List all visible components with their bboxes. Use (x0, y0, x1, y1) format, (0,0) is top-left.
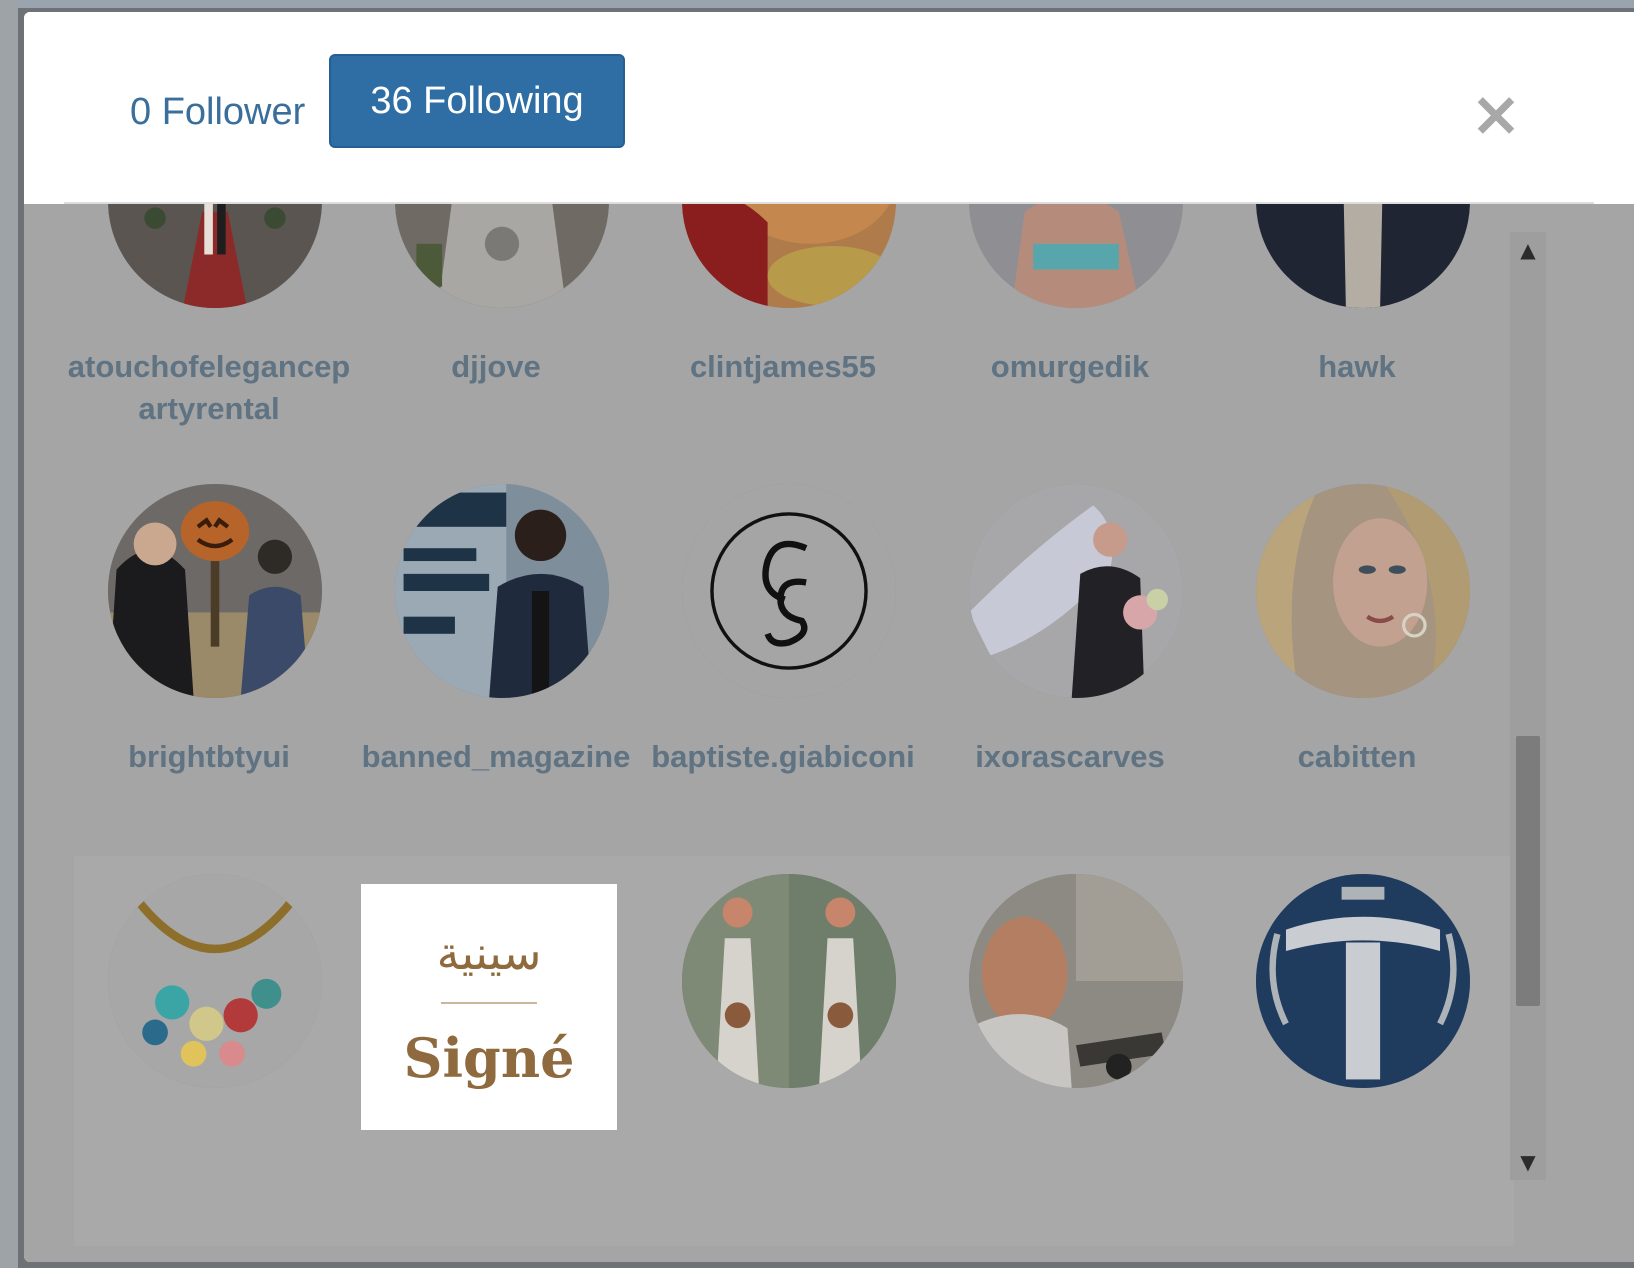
username[interactable]: banned_magazine (351, 736, 641, 778)
man-hoodie-photo-icon[interactable] (395, 204, 609, 308)
magazine-cover-photo-icon[interactable] (395, 484, 609, 698)
username[interactable]: djjove (351, 346, 641, 388)
user-card[interactable]: hawk (1222, 204, 1502, 466)
woman-portrait-photo-icon[interactable] (969, 204, 1183, 308)
username[interactable]: hawk (1212, 346, 1502, 388)
following-list: atouchofelegancepartyrental djjove clint… (24, 204, 1634, 1262)
sleeping-dog-photo-icon[interactable] (682, 204, 896, 308)
scroll-up-icon[interactable]: ▲ (1510, 232, 1546, 268)
username[interactable]: ixorascarves (925, 736, 1215, 778)
username[interactable]: atouchofelegancepartyrental (64, 346, 354, 430)
user-card[interactable]: omurgedik (935, 204, 1215, 466)
user-grid: atouchofelegancepartyrental djjove clint… (68, 204, 1514, 1246)
user-card[interactable]: atouchofelegancepartyrental (68, 204, 354, 466)
user-card[interactable]: cabitten (1222, 466, 1502, 856)
user-card[interactable]: clintjames55 (648, 204, 928, 466)
user-card[interactable]: baptiste.giabiconi (648, 466, 928, 856)
modal-header: 0 Follower 36 Following × (24, 12, 1634, 202)
logo-arabic: سينية (436, 926, 542, 980)
username[interactable]: cabitten (1212, 736, 1502, 778)
logo-text: Signé (403, 1026, 575, 1090)
letter-t-logo-icon[interactable] (1256, 874, 1470, 1088)
username[interactable]: brightbtyui (64, 736, 354, 778)
user-card[interactable] (74, 856, 354, 1246)
user-card[interactable] (935, 856, 1215, 1246)
user-card[interactable] (1222, 856, 1502, 1246)
jacket-photo-icon[interactable] (1256, 204, 1470, 308)
halloween-pumpkin-photo-icon[interactable] (108, 484, 322, 698)
close-icon[interactable]: × (1464, 83, 1524, 145)
user-card[interactable]: djjove (361, 204, 641, 466)
user-card[interactable]: banned_magazine (361, 466, 641, 856)
user-card[interactable]: brightbtyui (74, 466, 354, 856)
username[interactable]: omurgedik (925, 346, 1215, 388)
hijab-woman-photo-icon[interactable] (969, 484, 1183, 698)
user-card[interactable]: ixorascarves (935, 466, 1215, 856)
blonde-woman-photo-icon[interactable] (1256, 484, 1470, 698)
wedding-entrance-photo-icon[interactable] (108, 204, 322, 308)
signe-logo-icon[interactable]: سينية Signé (361, 884, 617, 1130)
tab-following[interactable]: 36 Following (329, 54, 625, 148)
page-top-strip (0, 0, 1634, 8)
necklace-photo-icon[interactable] (108, 874, 322, 1088)
cg-monogram-logo-icon[interactable] (682, 484, 896, 698)
user-row: سينية Signé (74, 856, 1514, 1246)
user-row: atouchofelegancepartyrental djjove clint… (68, 204, 1514, 466)
scroll-thumb[interactable] (1516, 736, 1540, 1006)
tab-followers[interactable]: 0 Follower (104, 72, 331, 152)
user-card[interactable]: سينية Signé (361, 856, 641, 1246)
scrollbar[interactable]: ▲ ▼ (1510, 232, 1546, 1180)
page-left-strip (0, 0, 18, 1268)
logo-divider (441, 1002, 537, 1004)
user-row: brightbtyui banned_magazine baptiste.gia… (74, 466, 1514, 856)
fashion-dress-photo-icon[interactable] (682, 874, 896, 1088)
man-selfie-photo-icon[interactable] (969, 874, 1183, 1088)
follow-modal: 0 Follower 36 Following × atouchofelegan… (24, 12, 1634, 1262)
username[interactable]: clintjames55 (638, 346, 928, 388)
scroll-down-icon[interactable]: ▼ (1510, 1144, 1546, 1180)
user-card[interactable] (648, 856, 928, 1246)
username[interactable]: baptiste.giabiconi (638, 736, 928, 778)
